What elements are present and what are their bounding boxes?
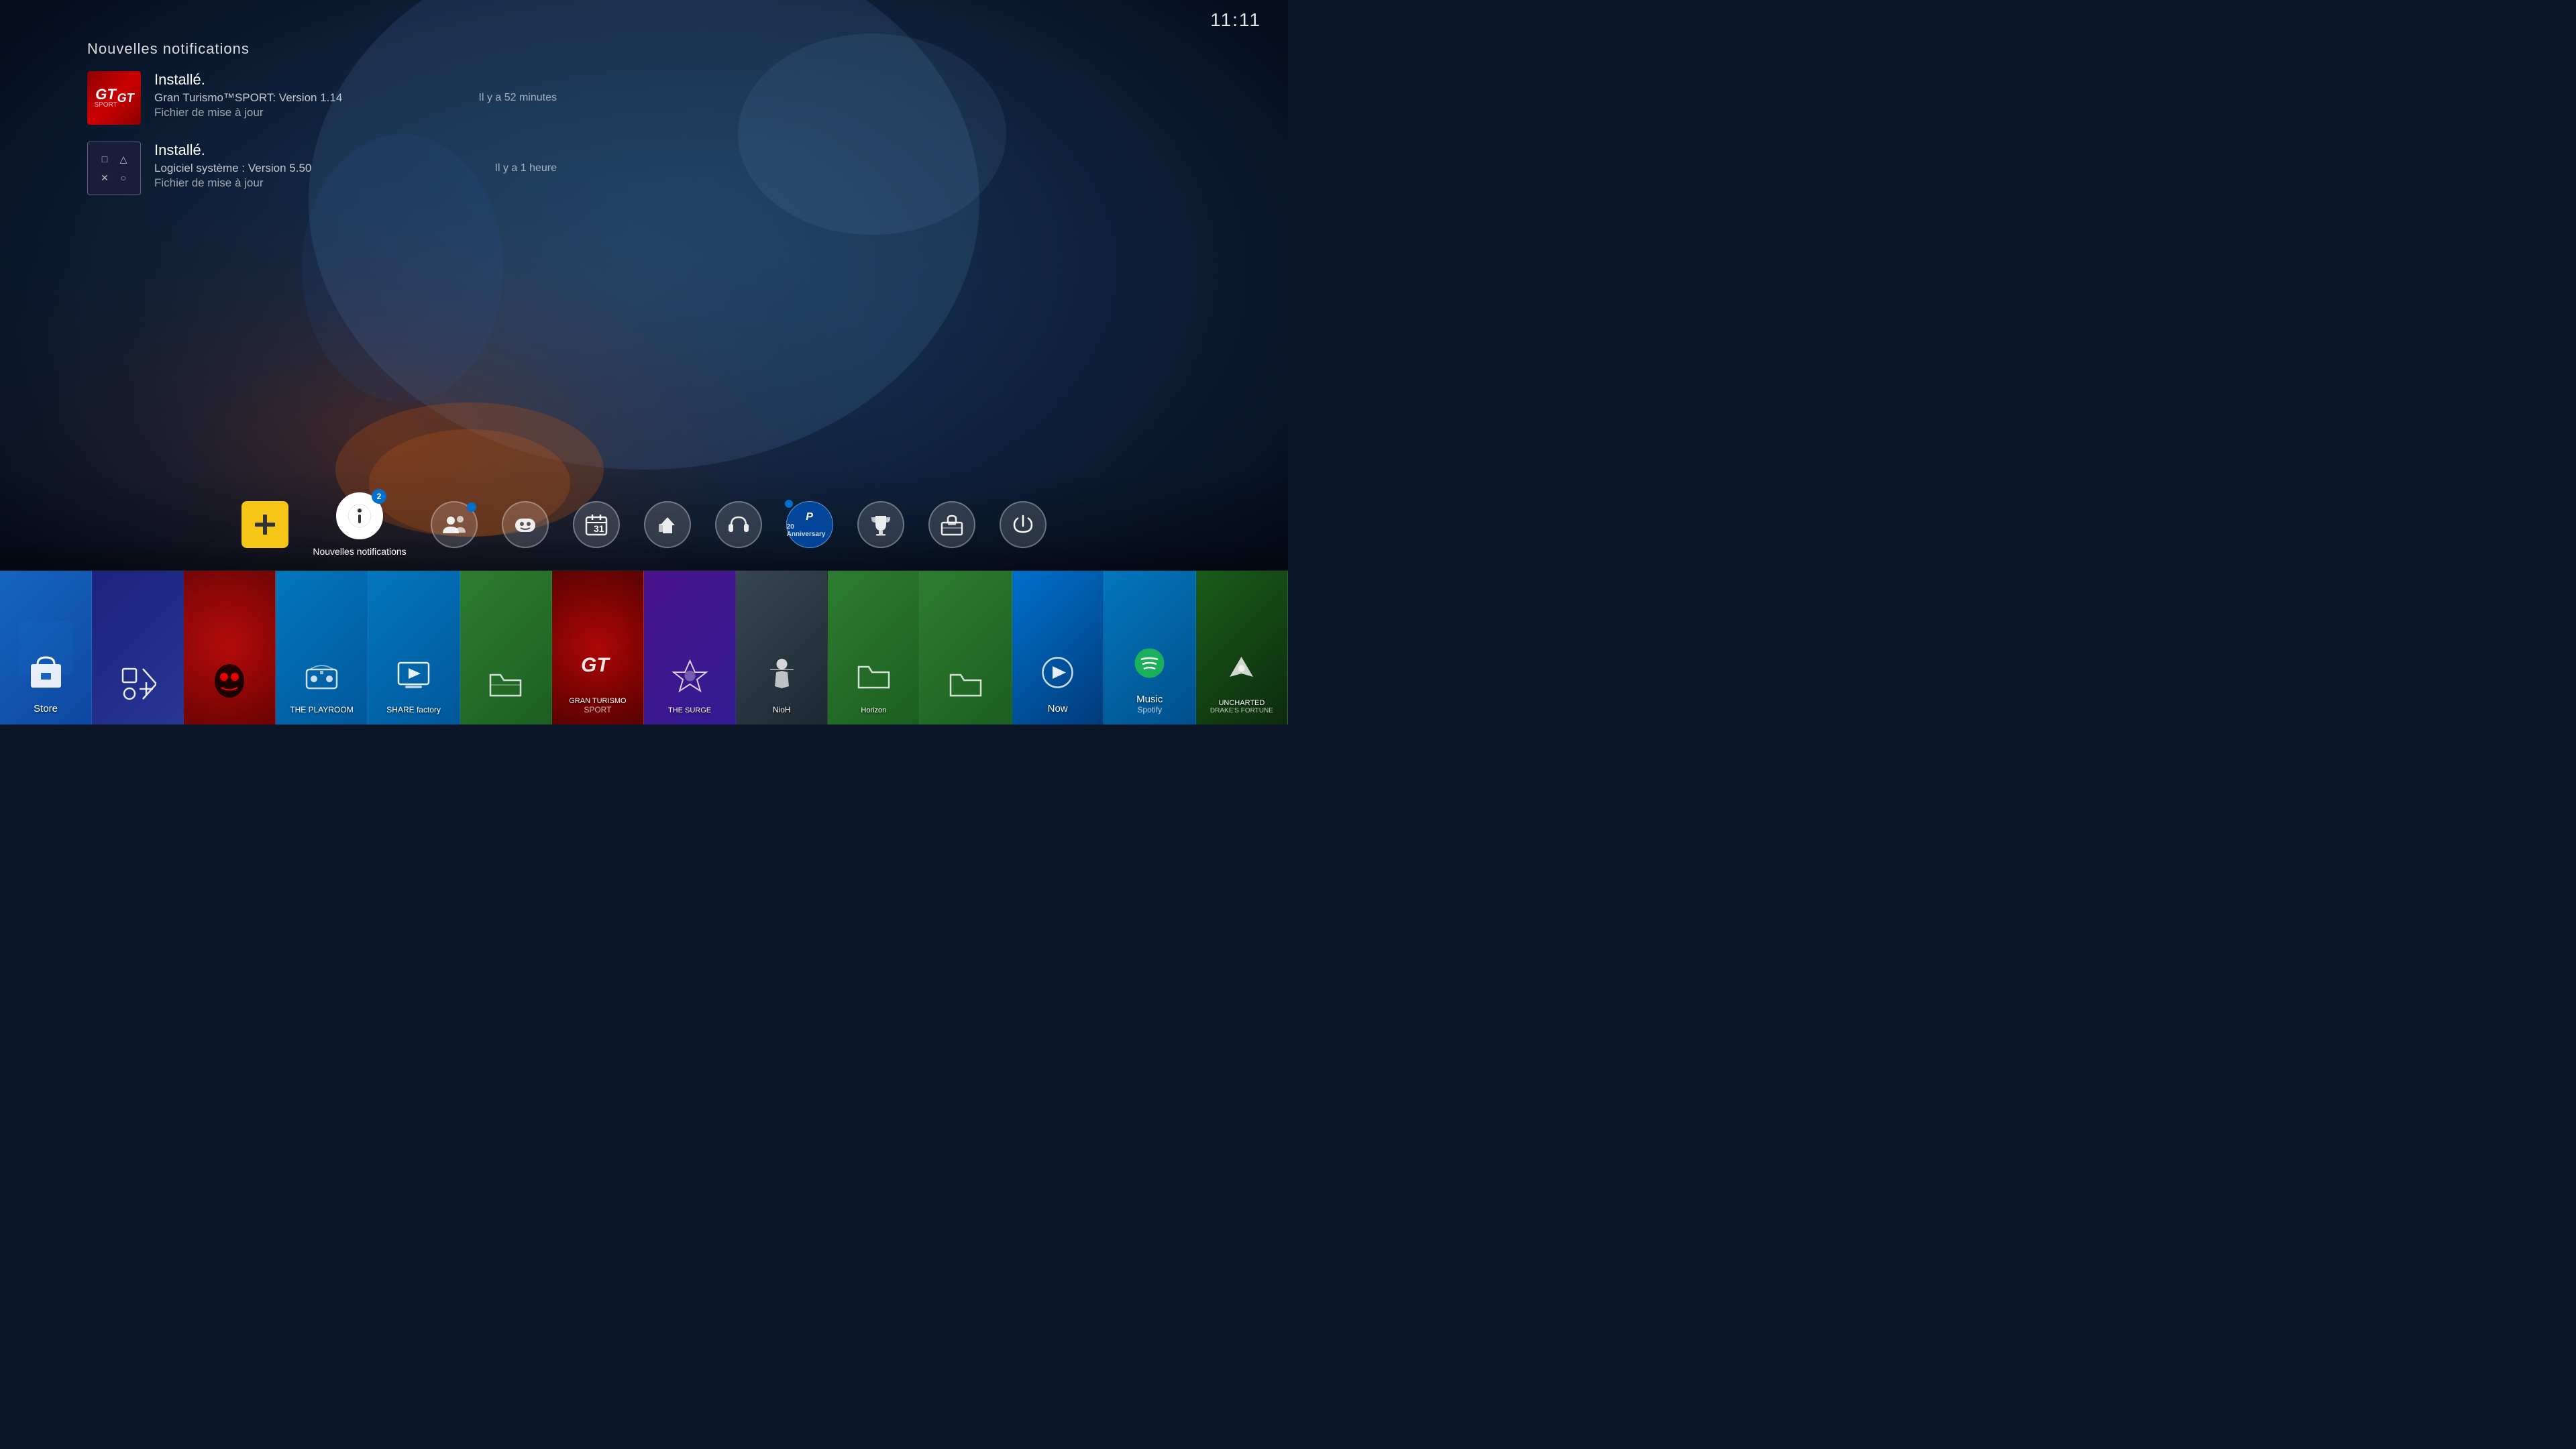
func-item-notifications[interactable]: i 2 Nouvelles notifications	[301, 486, 418, 564]
the-surge-label: THE SURGE	[668, 706, 711, 714]
ps-now-bg	[1012, 571, 1104, 724]
notif-content-system: Installé. Logiciel système : Version 5.5…	[154, 142, 482, 190]
ps-now-label: Now	[1048, 703, 1068, 714]
share-factory-label: SHARE factory	[386, 705, 441, 714]
top-bar: 11:11	[0, 0, 1288, 40]
func-item-calendar[interactable]: 31	[561, 494, 632, 555]
ps-shape-square: □	[97, 152, 112, 166]
game-tile-uncharted[interactable]: UNCHARTED DRAKE'S FORTUNE	[1196, 571, 1288, 724]
notif-detail-system: Fichier de mise à jour	[154, 176, 482, 190]
notif-subtitle-gt: Gran Turismo™SPORT: Version 1.14	[154, 91, 466, 105]
notif-time-gt: Il y a 52 minutes	[479, 92, 557, 104]
clock-display: 11:11	[1210, 9, 1261, 31]
nioh-label: NioH	[773, 705, 791, 714]
notifications-panel: Nouvelles notifications GT SPORT Install…	[87, 40, 557, 212]
ps-shapes: □ △ ✕ ○	[89, 144, 139, 193]
ps-music-label: Music	[1136, 694, 1163, 705]
ps-shape-triangle: △	[116, 152, 131, 166]
store-icon	[28, 654, 64, 698]
game-tile-playroom[interactable]: THE PLAYROOM	[276, 571, 368, 724]
notif-icon-gt: GT SPORT	[87, 71, 141, 125]
feedback-icon	[644, 501, 691, 548]
svg-text:GT: GT	[581, 654, 610, 676]
func-item-trophy[interactable]	[845, 494, 916, 555]
folder1-icon	[487, 665, 524, 709]
uncharted-sub: DRAKE'S FORTUNE	[1210, 707, 1273, 714]
anniversary-dot	[785, 500, 793, 508]
playroom-label: THE PLAYROOM	[290, 705, 353, 714]
anniversary-icon: P 20 Anniversary	[786, 501, 833, 548]
game-tile-store[interactable]: Store	[0, 571, 92, 724]
game-tile-ps-now[interactable]: Now	[1012, 571, 1104, 724]
func-item-headset[interactable]	[703, 494, 774, 555]
friends-online-dot	[467, 502, 476, 512]
notif-content-gt: Installé. Gran Turismo™SPORT: Version 1.…	[154, 71, 466, 119]
game-tile-share-factory[interactable]: SHARE factory	[368, 571, 460, 724]
notif-icon-ps: □ △ ✕ ○	[87, 142, 141, 195]
gran-turismo-sub: SPORT	[584, 705, 611, 714]
horizon-label: Horizon	[861, 706, 886, 714]
whats-new-icon	[502, 501, 549, 548]
notif-subtitle-system: Logiciel système : Version 5.50	[154, 162, 482, 175]
ps-shapes-icon	[119, 665, 156, 709]
share-bg	[368, 571, 460, 724]
ps-music-icon	[1131, 645, 1168, 688]
the-surge-icon	[672, 657, 708, 701]
game-tile-folder1[interactable]	[460, 571, 552, 724]
func-item-whats-new[interactable]	[490, 494, 561, 555]
func-item-feedback[interactable]	[632, 494, 703, 555]
function-bar: i 2 Nouvelles notifications	[0, 486, 1288, 564]
share-factory-icon	[395, 656, 432, 700]
func-item-friends[interactable]	[419, 494, 490, 555]
gran-turismo-label: GRAN TURISMO	[569, 697, 626, 705]
game-tile-ps-menu[interactable]	[92, 571, 184, 724]
game-tile-persona5[interactable]	[184, 571, 276, 724]
nioh-icon	[763, 656, 800, 700]
notifications-badge: 2	[372, 489, 386, 504]
game-bar: Store	[0, 570, 1288, 724]
func-item-toolbox[interactable]	[916, 494, 987, 555]
ps-shape-circle: ○	[116, 170, 131, 185]
persona5-icon	[209, 662, 250, 709]
nioh-bg	[736, 571, 827, 724]
playroom-icon	[303, 656, 340, 700]
toolbox-icon	[928, 501, 975, 548]
ps-music-sub: Spotify	[1137, 705, 1162, 714]
game-tile-the-surge[interactable]: THE SURGE	[644, 571, 736, 724]
gran-turismo-icon: GT	[578, 648, 618, 692]
game-tile-gran-turismo[interactable]: GT GRAN TURISMO SPORT	[552, 571, 644, 724]
ps-now-icon	[1039, 654, 1076, 698]
horizon-folder-icon	[855, 657, 892, 701]
store-label: Store	[34, 703, 58, 714]
func-item-psplus[interactable]	[229, 494, 301, 555]
game-tile-ps-music[interactable]: Music Spotify	[1104, 571, 1196, 724]
uncharted-label: UNCHARTED	[1218, 699, 1265, 707]
notif-title-gt: Installé.	[154, 71, 466, 89]
calendar-icon: 31	[573, 501, 620, 548]
ps-shape-cross: ✕	[97, 170, 112, 185]
notification-item-system[interactable]: □ △ ✕ ○ Installé. Logiciel système : Ver…	[87, 142, 557, 195]
store-bg	[0, 571, 91, 724]
trophy-icon	[857, 501, 904, 548]
notif-title-system: Installé.	[154, 142, 482, 159]
uncharted-icon	[1223, 650, 1260, 694]
func-item-power[interactable]	[987, 494, 1059, 555]
surge-bg	[644, 571, 735, 724]
game-tile-horizon[interactable]: Horizon	[828, 571, 920, 724]
game-tile-nioh[interactable]: NioH	[736, 571, 828, 724]
notification-item-gt[interactable]: GT SPORT Installé. Gran Turismo™SPORT: V…	[87, 71, 557, 125]
headset-icon	[715, 501, 762, 548]
func-item-anniversary[interactable]: P 20 Anniversary	[774, 494, 845, 555]
game-tile-folder2[interactable]	[920, 571, 1012, 724]
notifications-section-title: Nouvelles notifications	[87, 40, 557, 58]
power-icon	[1000, 501, 1046, 548]
psplus-icon	[241, 501, 288, 548]
svg-text:31: 31	[594, 523, 604, 534]
folder2-icon	[947, 665, 984, 709]
playroom-bg	[276, 571, 367, 724]
notifications-label: Nouvelles notifications	[313, 546, 406, 557]
notif-time-system: Il y a 1 heure	[495, 162, 557, 174]
notif-detail-gt: Fichier de mise à jour	[154, 106, 466, 119]
